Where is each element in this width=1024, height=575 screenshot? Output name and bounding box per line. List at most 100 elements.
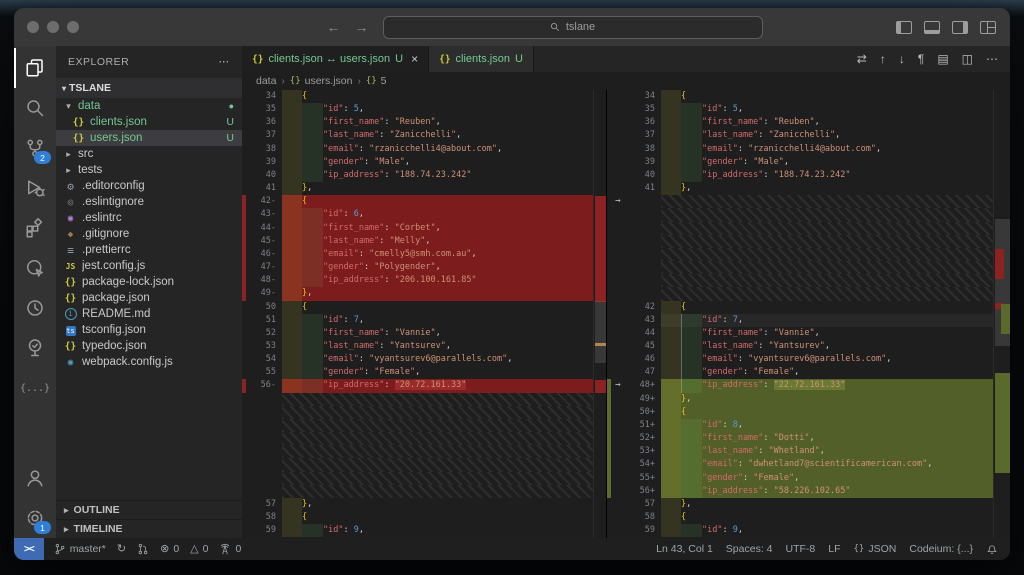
diff-filler-line[interactable] xyxy=(607,208,993,222)
explorer-icon[interactable] xyxy=(14,48,56,88)
overview-ruler-right[interactable] xyxy=(993,90,1010,538)
settings-gear-icon[interactable]: 1 xyxy=(14,498,56,538)
timeline-section[interactable]: ▸ TIMELINE xyxy=(56,519,242,538)
diff-line-right-44[interactable]: 44 "first_name": "Vannie", xyxy=(607,326,993,340)
diff-line-right-39[interactable]: 39 "gender": "Male", xyxy=(607,155,993,169)
explorer-actions-icon[interactable]: ⋯ xyxy=(219,56,231,68)
diff-filler-line[interactable] xyxy=(242,458,593,472)
pr-status-item[interactable] xyxy=(137,543,149,555)
diff-filler-line[interactable] xyxy=(607,274,993,288)
diff-line-right-47[interactable]: 47 "gender": "Female", xyxy=(607,366,993,380)
diff-line-right-59[interactable]: 59 "id": 9, xyxy=(607,524,993,538)
diff-line-right-56[interactable]: 56+ "ip_address": "58.226.102.65" xyxy=(607,484,993,498)
tree-item-data[interactable]: ▾ data ● xyxy=(56,98,242,114)
warning-status-item[interactable]: △ 0 xyxy=(190,543,208,555)
diff-filler-line[interactable] xyxy=(607,221,993,235)
tree-item--editorconfig[interactable]: ⚙ .editorconfig xyxy=(56,178,242,194)
diff-line-left-58[interactable]: 58{ xyxy=(242,511,593,525)
diff-line-right-35[interactable]: 35 "id": 5, xyxy=(607,103,993,117)
tree-item-readme-md[interactable]: i README.md xyxy=(56,306,242,322)
diff-line-right-38[interactable]: 38 "email": "rzanicchelli4@about.com", xyxy=(607,142,993,156)
overview-ruler-left[interactable] xyxy=(593,90,606,538)
diff-line-left-51[interactable]: 51 "id": 7, xyxy=(242,313,593,327)
diff-filler-line[interactable]: → xyxy=(607,195,993,209)
workspace-root-folder[interactable]: ▾ TSLANE xyxy=(56,78,242,98)
close-window-button[interactable] xyxy=(27,21,39,33)
braces-status-item[interactable]: {} JSON xyxy=(854,543,897,555)
tree-item-tests[interactable]: ▸ tests xyxy=(56,162,242,178)
render-whitespace-icon[interactable]: ¶ xyxy=(918,53,924,65)
diff-line-right-50[interactable]: 50+{ xyxy=(607,405,993,419)
tree-item-package-json[interactable]: {} package.json xyxy=(56,290,242,306)
tree-item--eslintrc[interactable]: ◉ .eslintrc xyxy=(56,210,242,226)
command-center-search[interactable]: tslane xyxy=(382,15,763,39)
history-icon[interactable] xyxy=(14,288,56,328)
history-back-icon[interactable]: ← xyxy=(327,20,341,34)
status-status-item[interactable]: Spaces: 4 xyxy=(726,543,773,555)
todo-tree-icon[interactable] xyxy=(14,328,56,368)
status-status-item[interactable]: UTF-8 xyxy=(786,543,816,555)
diff-line-left-42[interactable]: 42-{ xyxy=(242,195,593,209)
diff-line-left-38[interactable]: 38 "email": "rzanicchelli4@about.com", xyxy=(242,142,593,156)
tower-status-item[interactable]: 0 xyxy=(219,543,241,555)
tree-item-users-json[interactable]: {} users.json U xyxy=(56,130,242,146)
toggle-secondary-sidebar-icon[interactable] xyxy=(952,20,968,34)
diff-line-right-48[interactable]: → 48+ "ip_address": "22.72.161.33" xyxy=(607,379,993,393)
diff-filler-line[interactable] xyxy=(242,418,593,433)
breadcrumb-item-1[interactable]: {} users.json xyxy=(290,75,353,87)
diff-line-right-52[interactable]: 52+ "first_name": "Dotti", xyxy=(607,432,993,446)
diff-line-left-56[interactable]: 56- "ip_address": "20.72.161.33" xyxy=(242,379,593,393)
diff-line-right-37[interactable]: 37 "last_name": "Zanicchelli", xyxy=(607,129,993,143)
remote-indicator[interactable]: >< xyxy=(14,538,44,560)
branch-status-item[interactable]: master* xyxy=(54,543,106,555)
open-file-icon[interactable]: ▤ xyxy=(937,53,948,65)
source-control-icon[interactable]: 2 xyxy=(14,128,56,168)
diff-line-left-50[interactable]: 50{ xyxy=(242,300,593,314)
revert-change-arrow-icon[interactable]: → xyxy=(611,195,625,208)
breadcrumb-item-0[interactable]: data xyxy=(256,75,276,87)
scrollbar-slider[interactable] xyxy=(595,301,606,363)
tree-item-package-lock-json[interactable]: {} package-lock.json xyxy=(56,274,242,290)
diff-line-right-41[interactable]: 41}, xyxy=(607,182,993,196)
maximize-window-button[interactable] xyxy=(67,21,79,33)
error-status-item[interactable]: ⊗ 0 xyxy=(160,543,179,555)
diff-line-right-51[interactable]: 51+ "id": 8, xyxy=(607,418,993,433)
diff-filler-line[interactable] xyxy=(607,261,993,275)
diff-filler-line[interactable] xyxy=(607,234,993,248)
tree-item-webpack-config-js[interactable]: ◉ webpack.config.js xyxy=(56,354,242,370)
diff-filler-line[interactable] xyxy=(242,484,593,498)
diff-line-left-55[interactable]: 55 "gender": "Female", xyxy=(242,366,593,380)
diff-line-right-55[interactable]: 55+ "gender": "Female", xyxy=(607,471,993,485)
tree-item-typedoc-json[interactable]: {} typedoc.json xyxy=(56,338,242,354)
diff-line-left-49[interactable]: 49-}, xyxy=(242,287,593,301)
diff-line-right-49[interactable]: 49+}, xyxy=(607,392,993,406)
close-tab-icon[interactable]: × xyxy=(411,52,418,66)
diff-line-right-54[interactable]: 54+ "email": "dwhetland7@scientificameric… xyxy=(607,458,993,472)
inline-view-toggle-icon[interactable]: ⇄ xyxy=(857,53,867,65)
tree-item--gitignore[interactable]: ◆ .gitignore xyxy=(56,226,242,242)
history-forward-icon[interactable]: → xyxy=(355,20,369,34)
diff-filler-line[interactable] xyxy=(242,392,593,406)
editor-tab-1[interactable]: {} clients.json U xyxy=(429,46,534,72)
outline-section[interactable]: ▸ OUTLINE xyxy=(56,500,242,519)
sync-status-item[interactable]: ↻ xyxy=(117,543,126,555)
diff-line-left-44[interactable]: 44- "first_name": "Corbet", xyxy=(242,221,593,235)
diff-line-right-53[interactable]: 53+ "last_name": "Whetland", xyxy=(607,445,993,459)
diff-line-right-46[interactable]: 46 "email": "vyantsurev6@parallels.com", xyxy=(607,353,993,367)
next-change-icon[interactable]: ↓ xyxy=(899,53,905,65)
diff-filler-line[interactable] xyxy=(607,287,993,301)
diff-line-right-57[interactable]: 57}, xyxy=(607,497,993,511)
customize-layout-icon[interactable] xyxy=(980,20,996,34)
diff-line-left-39[interactable]: 39 "gender": "Male", xyxy=(242,155,593,169)
diff-line-left-47[interactable]: 47- "gender": "Polygender", xyxy=(242,261,593,275)
tree-item-tsconfig-json[interactable]: ts tsconfig.json xyxy=(56,322,242,338)
status-status-item[interactable]: Ln 43, Col 1 xyxy=(656,543,713,555)
search-icon[interactable] xyxy=(14,88,56,128)
diff-line-left-40[interactable]: 40 "ip_address": "188.74.23.242" xyxy=(242,168,593,183)
diff-line-left-54[interactable]: 54 "email": "vyantsurev6@parallels.com", xyxy=(242,353,593,367)
previous-change-icon[interactable]: ↑ xyxy=(880,53,886,65)
diff-filler-line[interactable] xyxy=(242,432,593,446)
status-status-item[interactable]: LF xyxy=(828,543,840,555)
live-share-icon[interactable] xyxy=(14,248,56,288)
tree-item--prettierrc[interactable]: ≡ .prettierrc xyxy=(56,242,242,258)
